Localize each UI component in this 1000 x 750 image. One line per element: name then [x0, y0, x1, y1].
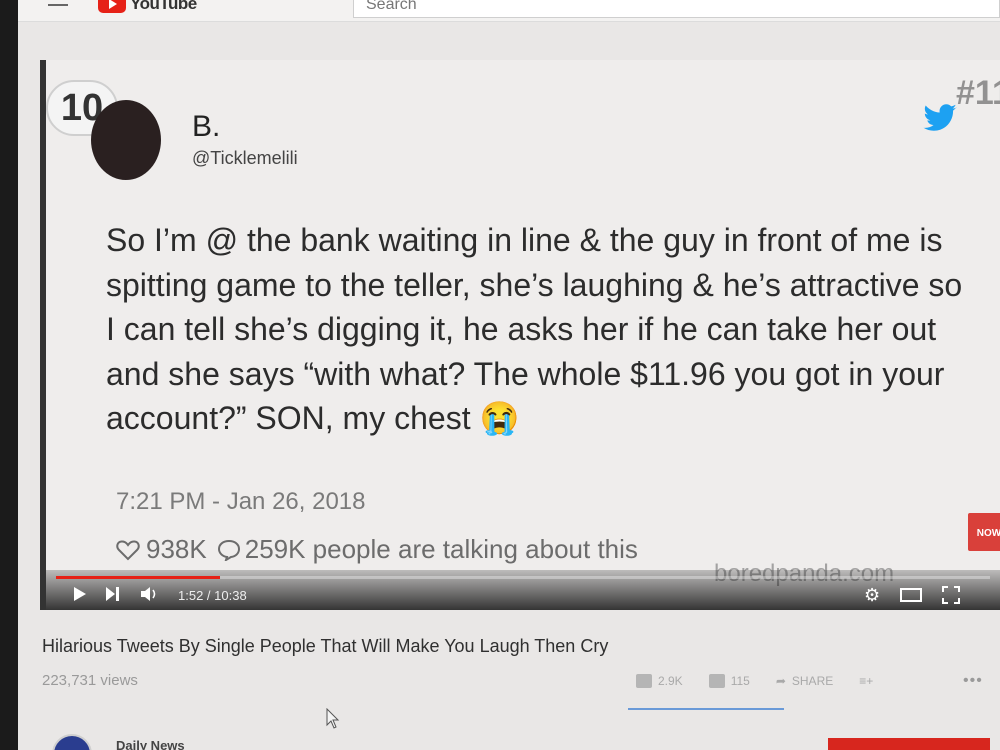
share-icon: ➦: [775, 674, 786, 688]
player-controls: 1:52 / 10:38 ⚙: [46, 570, 1000, 610]
avatar: [91, 100, 161, 180]
tweet-stats: 938K 259K people are talking about this: [116, 534, 638, 565]
progress-fill: [56, 576, 221, 579]
theater-mode-button[interactable]: [900, 588, 922, 602]
time-display: 1:52 / 10:38: [178, 588, 247, 603]
view-count: 223,731 views: [42, 672, 138, 689]
settings-gear-icon[interactable]: ⚙: [864, 586, 880, 604]
corner-tag: #11: [956, 74, 1000, 112]
logo-text: YouTube: [130, 0, 197, 13]
share-label: SHARE: [791, 674, 834, 688]
thumbs-up-icon: [636, 674, 652, 688]
like-count: 2.9K: [658, 674, 683, 688]
volume-icon[interactable]: [140, 586, 160, 602]
monitor-screen: YouTube Search 10 B. @Ticklemelili #11 S…: [18, 0, 1000, 750]
dislike-count: 115: [730, 674, 750, 688]
news-badge: NOW: [968, 513, 1000, 551]
menu-icon[interactable]: [48, 0, 68, 12]
next-button[interactable]: [106, 587, 120, 601]
playlist-add-icon: ≡+: [859, 674, 874, 688]
add-to-playlist-button[interactable]: ≡+: [859, 674, 873, 688]
like-button[interactable]: 2.9K: [636, 674, 683, 688]
channel-name[interactable]: Daily News: [116, 738, 185, 750]
play-button[interactable]: [74, 587, 86, 601]
share-button[interactable]: ➦ SHARE: [776, 674, 833, 688]
progress-bar[interactable]: [56, 576, 990, 579]
youtube-play-icon: [98, 0, 126, 13]
fullscreen-button[interactable]: [942, 586, 960, 604]
channel-avatar[interactable]: [52, 734, 92, 750]
tweet-user-name: B.: [192, 110, 221, 143]
heart-icon: [116, 539, 140, 560]
video-actions: 2.9K 115 ➦ SHARE ≡+: [636, 674, 899, 688]
twitter-bird-icon: [923, 104, 957, 131]
talking-count: 259K people are talking about this: [244, 534, 638, 564]
video-player[interactable]: 10 B. @Ticklemelili #11 So I’m @ the ban…: [40, 60, 1000, 610]
tweet-timestamp: 7:21 PM - Jan 26, 2018: [116, 488, 366, 515]
search-input[interactable]: Search: [353, 0, 1000, 18]
thumbs-down-icon: [708, 674, 725, 688]
sentiment-bar: [628, 708, 784, 710]
video-title: Hilarious Tweets By Single People That W…: [42, 636, 609, 656]
dislike-button[interactable]: 115: [708, 674, 750, 688]
tweet-user-handle: @Ticklemelili: [192, 148, 298, 168]
youtube-logo[interactable]: YouTube: [98, 0, 197, 14]
subscribe-button[interactable]: [828, 738, 990, 750]
tweet-text: So I’m @ the bank waiting in line & the …: [106, 222, 963, 436]
more-options-icon[interactable]: •••: [963, 672, 983, 690]
youtube-header: YouTube Search: [18, 0, 1000, 22]
likes-count: 938K: [146, 534, 207, 564]
mouse-cursor-icon: [326, 708, 340, 729]
comment-icon: [217, 539, 240, 561]
